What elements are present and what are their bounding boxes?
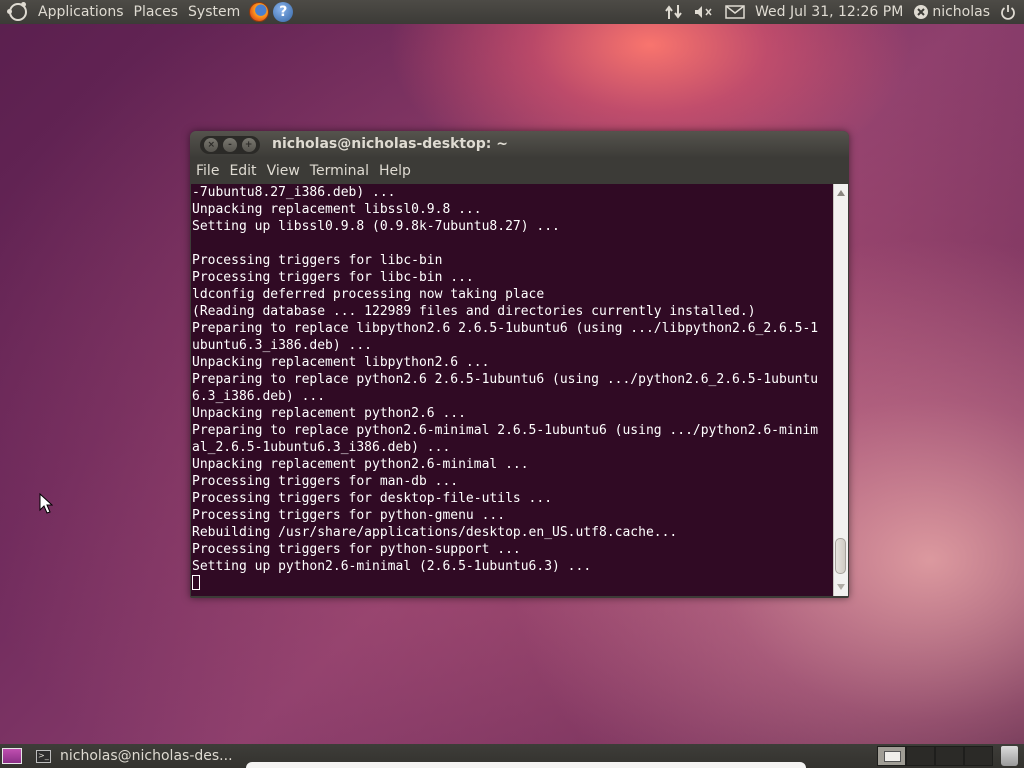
terminal-line: (Reading database ... 122989 files and d…: [192, 304, 756, 319]
window-title: nicholas@nicholas-desktop: ~: [272, 136, 508, 152]
scroll-down-arrow-icon[interactable]: [837, 584, 845, 590]
ubuntu-logo-icon[interactable]: [7, 2, 27, 21]
terminal-line: Processing triggers for libc-bin: [192, 253, 443, 268]
terminal-line: -7ubuntu8.27_i386.deb) ...: [192, 185, 396, 200]
terminal-cursor: [192, 575, 200, 590]
close-button[interactable]: ×: [204, 138, 219, 152]
terminal-line: Processing triggers for libc-bin ...: [192, 270, 474, 285]
menu-terminal[interactable]: Terminal: [305, 158, 374, 184]
panel-edge: [246, 762, 806, 768]
menu-edit[interactable]: Edit: [224, 158, 261, 184]
show-desktop-icon[interactable]: [2, 748, 22, 764]
scrollbar-thumb[interactable]: [835, 538, 846, 574]
desktop: Applications Places System ? Wed Jul 31,…: [0, 0, 1024, 768]
menu-file[interactable]: File: [191, 158, 224, 184]
workspace-4[interactable]: [964, 746, 993, 766]
terminal-line: Processing triggers for python-support .…: [192, 542, 521, 557]
top-panel: Applications Places System ? Wed Jul 31,…: [0, 0, 1024, 24]
user-name[interactable]: nicholas: [932, 0, 990, 24]
power-icon[interactable]: [1000, 4, 1016, 20]
terminal-line: ubuntu6.3_i386.deb) ...: [192, 338, 373, 353]
taskbar-terminal-label: nicholas@nicholas-des...: [60, 748, 233, 764]
terminal-line: Setting up libssl0.9.8 (0.9.8k-7ubuntu8.…: [192, 219, 560, 234]
terminal-line: Processing triggers for python-gmenu ...: [192, 508, 506, 523]
terminal-line: ldconfig deferred processing now taking …: [192, 287, 545, 302]
menu-help[interactable]: Help: [374, 158, 416, 184]
terminal-line: Preparing to replace libpython2.6 2.6.5-…: [192, 321, 819, 336]
terminal-output[interactable]: -7ubuntu8.27_i386.deb) ... Unpacking rep…: [191, 184, 833, 596]
terminal-icon: >_: [36, 749, 51, 763]
workspace-switcher: [877, 746, 993, 766]
terminal-line: Setting up python2.6-minimal (2.6.5-1ubu…: [192, 559, 592, 574]
terminal-line: Unpacking replacement libssl0.9.8 ...: [192, 202, 482, 217]
main-menu: Applications Places System: [33, 0, 245, 24]
trash-icon[interactable]: [1001, 746, 1018, 766]
menu-view[interactable]: View: [262, 158, 305, 184]
window-buttons: × - +: [200, 136, 260, 154]
terminal-line: Processing triggers for man-db ...: [192, 474, 459, 489]
system-menu[interactable]: System: [183, 0, 245, 24]
terminal-line: Rebuilding /usr/share/applications/deskt…: [192, 525, 678, 540]
terminal-window: × - + nicholas@nicholas-desktop: ~ File …: [190, 131, 849, 598]
terminal-line: 6.3_i386.deb) ...: [192, 389, 326, 404]
terminal-menubar: File Edit View Terminal Help: [190, 158, 849, 184]
datetime[interactable]: Wed Jul 31, 12:26 PM: [755, 0, 903, 24]
terminal-line: Unpacking replacement libpython2.6 ...: [192, 355, 490, 370]
terminal-line: Preparing to replace python2.6 2.6.5-1ub…: [192, 372, 819, 387]
terminal-line: Processing triggers for desktop-file-uti…: [192, 491, 553, 506]
help-icon[interactable]: ?: [273, 2, 294, 22]
volume-icon[interactable]: [693, 4, 715, 20]
mail-icon[interactable]: [725, 5, 745, 19]
terminal-line: Preparing to replace python2.6-minimal 2…: [192, 423, 819, 438]
terminal-scrollbar[interactable]: [833, 184, 848, 596]
terminal-lines: -7ubuntu8.27_i386.deb) ... Unpacking rep…: [191, 184, 833, 592]
mouse-pointer-icon: [39, 493, 53, 514]
terminal-line: Unpacking replacement python2.6-minimal …: [192, 457, 529, 472]
window-titlebar[interactable]: × - + nicholas@nicholas-desktop: ~: [190, 131, 849, 158]
maximize-button[interactable]: +: [241, 138, 256, 152]
workspace-1[interactable]: [877, 746, 906, 766]
workspace-2[interactable]: [906, 746, 935, 766]
places-menu[interactable]: Places: [129, 0, 184, 24]
terminal-line: Unpacking replacement python2.6 ...: [192, 406, 466, 421]
minimize-button[interactable]: -: [222, 138, 237, 152]
terminal-line: al_2.6.5-1ubuntu6.3_i386.deb) ...: [192, 440, 451, 455]
firefox-icon[interactable]: [249, 2, 270, 22]
system-tray: Wed Jul 31, 12:26 PM nicholas: [660, 0, 1024, 24]
applications-menu[interactable]: Applications: [33, 0, 129, 24]
network-icon[interactable]: [665, 4, 683, 20]
workspace-3[interactable]: [935, 746, 964, 766]
user-status-icon[interactable]: [913, 4, 929, 20]
taskbar-terminal-button[interactable]: >_ nicholas@nicholas-des...: [36, 745, 233, 767]
scroll-up-arrow-icon[interactable]: [837, 190, 845, 196]
